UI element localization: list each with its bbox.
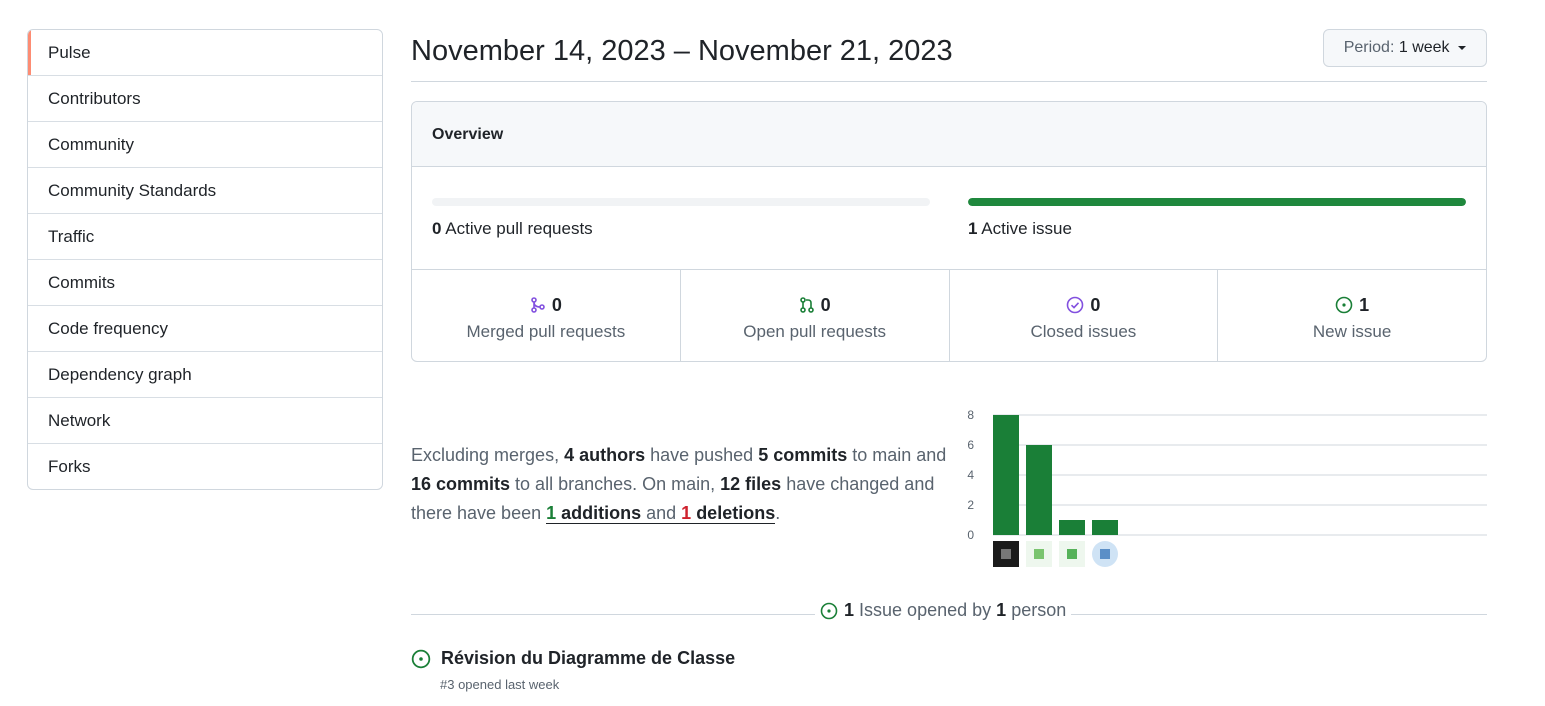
sidebar-item-traffic[interactable]: Traffic — [28, 213, 382, 259]
people-label: person — [1011, 600, 1067, 620]
stat-label: New issue — [1312, 322, 1392, 341]
people-count: 1 — [996, 600, 1007, 620]
active-pull-requests-label: Active pull requests — [445, 219, 593, 238]
issues-progress — [968, 198, 1466, 206]
authors-count: 4 authors — [564, 445, 646, 465]
closed-issues-stat[interactable]: 0 Closed issues — [948, 270, 1218, 361]
y-tick-label: 0 — [967, 528, 974, 542]
overview-stats: 0 Merged pull requests 0 Open pull reque… — [412, 270, 1486, 361]
summary-text: and — [641, 503, 682, 523]
sidebar-item-community[interactable]: Community — [28, 121, 382, 167]
branch-commits-count: 16 commits — [411, 474, 511, 494]
issue-opened-icon — [820, 602, 838, 619]
sidebar-item-label: Community — [48, 135, 134, 154]
insights-sidebar: Pulse Contributors Community Community S… — [27, 29, 383, 490]
sidebar-item-community-standards[interactable]: Community Standards — [28, 167, 382, 213]
sidebar-item-label: Network — [48, 411, 111, 430]
contributor-avatar[interactable] — [1092, 541, 1118, 567]
pulse-header: November 14, 2023 – November 21, 2023 Pe… — [411, 29, 1487, 82]
chart-bar[interactable] — [1092, 520, 1118, 535]
stat-count: 0 — [551, 294, 562, 315]
issues-label: Issue opened by — [859, 600, 992, 620]
chart-bar[interactable] — [993, 415, 1019, 535]
sidebar-item-label: Dependency graph — [48, 365, 192, 384]
sidebar-item-label: Commits — [48, 273, 116, 292]
deletions-count: 1 — [681, 503, 692, 523]
sidebar-item-label: Forks — [48, 457, 91, 476]
contributor-avatar[interactable] — [1026, 541, 1052, 567]
caret-down-icon — [1458, 45, 1466, 50]
sidebar-item-label: Traffic — [48, 227, 95, 246]
chart-bar[interactable] — [1059, 520, 1085, 535]
active-pull-requests-count: 0 — [432, 219, 442, 238]
active-issue-count: 1 — [968, 219, 978, 238]
contributor-avatar[interactable] — [993, 541, 1019, 567]
open-pull-requests-stat[interactable]: 0 Open pull requests — [679, 270, 949, 361]
stat-label: Closed issues — [1030, 322, 1137, 341]
issue-title-link[interactable]: Révision du Diagramme de Classe — [441, 648, 735, 669]
issue-item: Révision du Diagramme de Classe — [411, 648, 735, 669]
issue-opened-icon — [411, 649, 431, 668]
active-pull-requests-link[interactable]: 0 Active pull requests — [432, 219, 593, 239]
issues-opened-heading: 1 Issue opened by 1 person — [815, 600, 1072, 621]
sidebar-item-commits[interactable]: Commits — [28, 259, 382, 305]
contributor-avatar[interactable] — [1059, 541, 1085, 567]
summary-text: have pushed — [645, 445, 759, 465]
sidebar-item-network[interactable]: Network — [28, 397, 382, 443]
sidebar-item-forks[interactable]: Forks — [28, 443, 382, 489]
merged-pull-requests-stat[interactable]: 0 Merged pull requests — [412, 270, 680, 361]
issue-meta: #3 opened last week — [440, 677, 560, 692]
active-issue-link[interactable]: 1 Active issue — [968, 219, 1072, 239]
overview-title: Overview — [412, 102, 1486, 167]
y-tick-label: 4 — [967, 468, 974, 482]
period-label: Period: — [1343, 39, 1395, 56]
deletions-label: deletions — [691, 503, 776, 523]
summary-text: . — [775, 503, 781, 523]
sidebar-item-label: Pulse — [48, 43, 91, 62]
additions-deletions-link[interactable]: 1 additions and 1 deletions — [546, 503, 776, 524]
stat-label: Merged pull requests — [466, 322, 626, 341]
issues-count: 1 — [844, 600, 855, 620]
additions-label: additions — [556, 503, 642, 523]
commit-summary: Excluding merges, 4 authors have pushed … — [411, 441, 956, 528]
y-tick-label: 2 — [967, 498, 974, 512]
chart-bar[interactable] — [1026, 445, 1052, 535]
git-pull-request-icon — [799, 297, 814, 313]
stat-count: 1 — [1359, 294, 1370, 315]
overview-bars: 0 Active pull requests 1 Active issue — [412, 167, 1486, 270]
pull-requests-progress — [432, 198, 930, 206]
summary-text: Excluding merges, — [411, 445, 565, 465]
sidebar-item-label: Contributors — [48, 89, 141, 108]
active-issue-label: Active issue — [981, 219, 1072, 238]
contributors-commits-chart: 0 2 4 6 8 — [967, 408, 1487, 567]
git-merge-icon — [531, 297, 545, 313]
issue-opened-icon — [1335, 296, 1353, 314]
stat-count: 0 — [1090, 294, 1101, 315]
stat-label: Open pull requests — [743, 322, 886, 341]
summary-text: to all branches. On main, — [510, 474, 721, 494]
y-tick-label: 8 — [967, 408, 974, 422]
additions-count: 1 — [546, 503, 557, 523]
files-count: 12 files — [720, 474, 782, 494]
summary-text: to main and — [847, 445, 947, 465]
page-title: November 14, 2023 – November 21, 2023 — [411, 35, 953, 67]
sidebar-item-pulse[interactable]: Pulse — [28, 30, 382, 75]
issues-progress-fill — [968, 198, 1466, 206]
sidebar-item-contributors[interactable]: Contributors — [28, 75, 382, 121]
sidebar-item-dependency-graph[interactable]: Dependency graph — [28, 351, 382, 397]
y-tick-label: 6 — [967, 438, 974, 452]
period-dropdown-button[interactable]: Period: 1 week — [1322, 29, 1487, 67]
commits-count: 5 commits — [758, 445, 848, 465]
new-issue-stat[interactable]: 1 New issue — [1217, 270, 1486, 361]
issue-closed-icon — [1067, 296, 1084, 314]
sidebar-item-label: Community Standards — [48, 181, 217, 200]
overview-panel: Overview 0 Active pull requests 1 Active… — [411, 101, 1487, 362]
sidebar-item-label: Code frequency — [48, 319, 169, 338]
sidebar-item-code-frequency[interactable]: Code frequency — [28, 305, 382, 351]
period-value: 1 week — [1398, 39, 1450, 56]
stat-count: 0 — [820, 294, 831, 315]
